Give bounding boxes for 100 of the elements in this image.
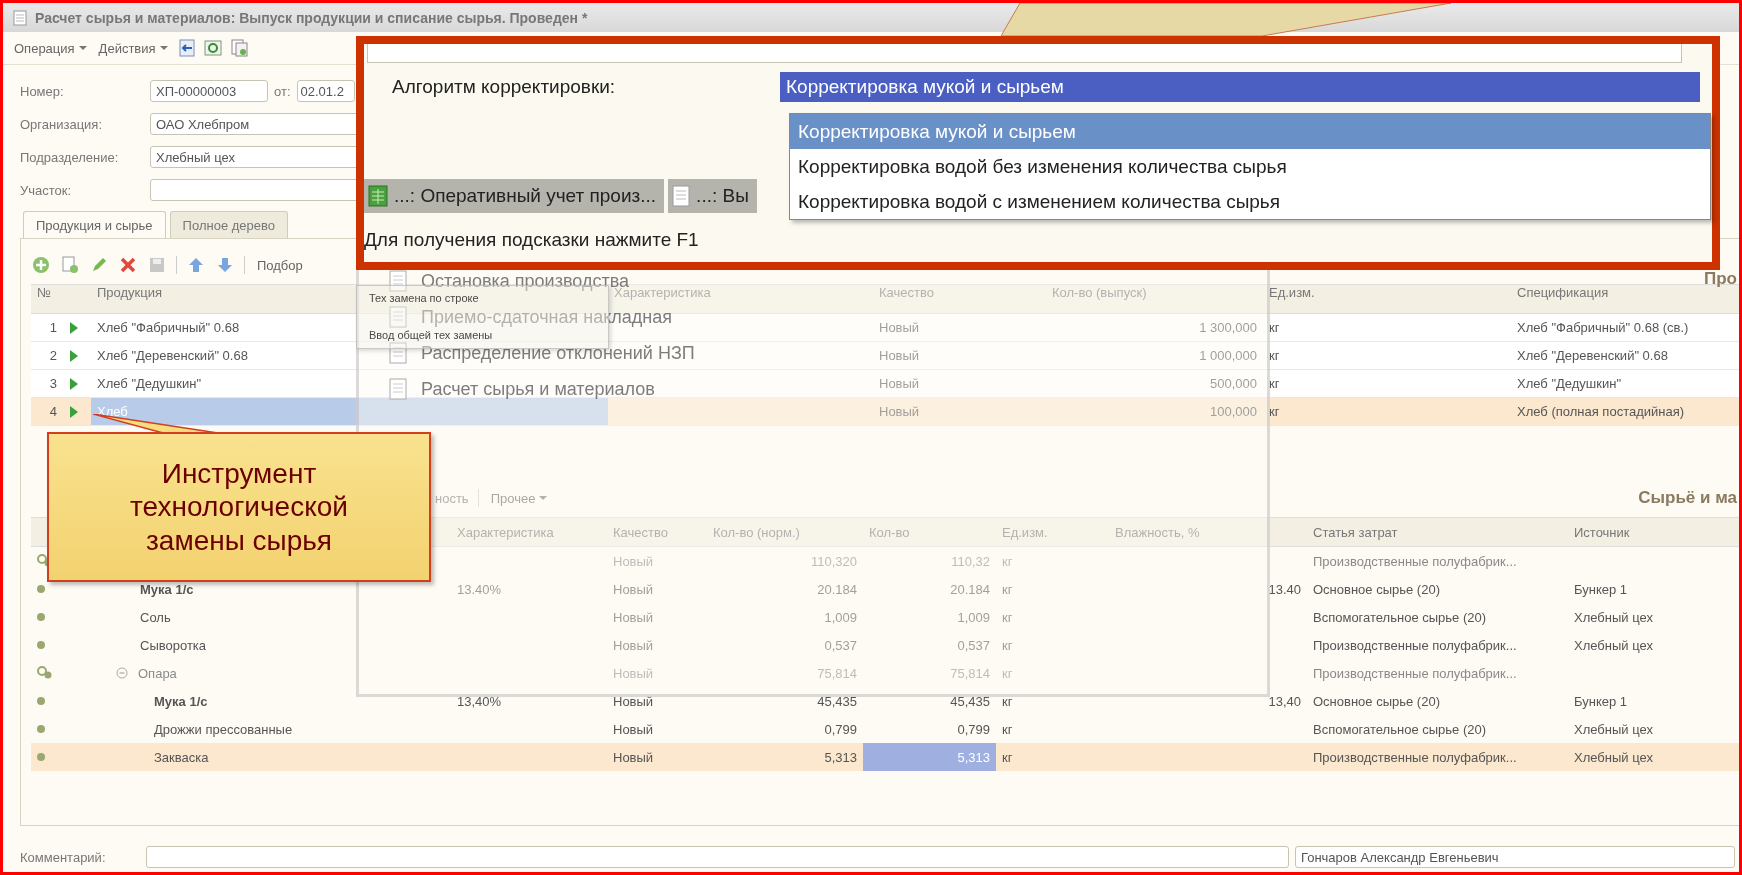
tab[interactable]: Полное дерево bbox=[169, 211, 288, 238]
table-cell: 13.40 bbox=[1268, 581, 1301, 597]
column-header[interactable]: Источник bbox=[1574, 524, 1630, 540]
table-cell: Хлеб "Фабричный" 0.68 (св.) bbox=[1517, 320, 1689, 335]
row-number: 2 bbox=[49, 348, 57, 363]
dot-icon bbox=[37, 697, 45, 705]
dot-icon bbox=[37, 753, 45, 761]
table-cell: 20.184 bbox=[817, 581, 857, 597]
selection-button[interactable]: Подбор bbox=[254, 255, 306, 275]
table-cell: кг bbox=[1002, 553, 1013, 569]
table-cell: Вспомогательное сырье (20) bbox=[1313, 721, 1487, 737]
table-cell: кг bbox=[1269, 404, 1280, 419]
play-icon bbox=[69, 320, 79, 335]
table-cell: 13.40% bbox=[457, 581, 502, 597]
journal-item[interactable]: Распределение отклонений НЗП bbox=[421, 344, 695, 362]
table-cell: Новый bbox=[613, 749, 654, 765]
journal-item[interactable]: Приемо-сдаточная накладная bbox=[421, 308, 672, 326]
column-header[interactable]: Спецификация bbox=[1517, 285, 1609, 300]
column-header[interactable]: Ед.изм. bbox=[1269, 285, 1315, 300]
add-icon[interactable] bbox=[31, 255, 51, 275]
field-label: от: bbox=[274, 83, 291, 99]
table-cell[interactable]: 0,537 bbox=[957, 637, 990, 653]
number-field[interactable]: ХП-00000003 bbox=[150, 80, 268, 102]
menu-button[interactable]: Операция bbox=[11, 38, 90, 58]
row-number: 3 bbox=[49, 376, 57, 391]
table-cell: 13,40% bbox=[457, 693, 502, 709]
delete-icon[interactable] bbox=[118, 255, 138, 275]
table-cell[interactable]: 20.184 bbox=[950, 581, 990, 597]
table-cell: Новый bbox=[613, 721, 654, 737]
section-title: Про bbox=[1704, 270, 1738, 287]
table-cell[interactable]: Хлеб "Фабричный" 0.68 bbox=[97, 320, 240, 335]
table-cell: 5,313 bbox=[824, 749, 857, 765]
callout-text: замены сырья bbox=[145, 523, 332, 557]
column-header[interactable]: Статья затрат bbox=[1313, 524, 1398, 540]
table-cell: Опара bbox=[138, 665, 177, 681]
table-cell: кг bbox=[1002, 749, 1013, 765]
table-cell[interactable]: Хлеб "Деревенский" 0.68 bbox=[97, 348, 248, 363]
menu-button[interactable]: Прочее bbox=[487, 488, 551, 508]
dot-icon bbox=[37, 613, 45, 621]
menu-item[interactable]: Тех замена по строке bbox=[369, 292, 479, 304]
column-header[interactable]: Продукция bbox=[97, 285, 163, 300]
journal-item[interactable]: Расчет сырья и материалов bbox=[421, 380, 655, 398]
collapse-toggle-icon[interactable] bbox=[116, 667, 128, 679]
table-cell: кг bbox=[1002, 721, 1013, 737]
table-cell: Новый bbox=[879, 376, 920, 391]
input-field[interactable] bbox=[367, 44, 1682, 63]
table-cell: Хлебный цех bbox=[1574, 721, 1653, 737]
caret-icon bbox=[78, 46, 87, 50]
dot-icon bbox=[37, 585, 45, 593]
date-field[interactable]: 02.01.2 bbox=[296, 80, 355, 102]
dot-icon bbox=[37, 641, 45, 649]
journal-item[interactable]: Остановка производства bbox=[421, 272, 630, 290]
document-icon bbox=[13, 9, 27, 26]
table-cell: 110,320 bbox=[810, 553, 857, 569]
table-cell: Производственные полуфабрик... bbox=[1313, 665, 1517, 681]
table-cell[interactable]: 1,009 bbox=[957, 609, 990, 625]
toolbar-text[interactable]: ность bbox=[435, 490, 469, 506]
field-label: Подразделение: bbox=[20, 149, 120, 165]
table-cell[interactable]: 5,313 bbox=[957, 749, 990, 765]
algorithm-dropdown[interactable]: Корректировка мукой и сырьем bbox=[780, 72, 1700, 102]
table-cell: Основное сырье (20) bbox=[1313, 693, 1440, 709]
table-cell: Бункер 1 bbox=[1574, 693, 1628, 709]
refresh-icon[interactable] bbox=[202, 38, 223, 58]
taskbar-window-tab[interactable]: ...: Вы bbox=[668, 179, 757, 213]
caret-icon bbox=[159, 46, 168, 50]
table-cell: Вспомогательное сырье (20) bbox=[1313, 609, 1487, 625]
window-title: Расчет сырья и материалов: Выпуск продукции и списание сырья. Проведен * bbox=[35, 9, 588, 26]
dropdown-option[interactable]: Корректировка мукой и сырьем bbox=[790, 114, 1710, 149]
table-cell: Новый bbox=[613, 553, 654, 569]
dropdown-option[interactable]: Корректировка водой без изменения количества сырья bbox=[790, 149, 1710, 184]
table-cell: Соль bbox=[140, 609, 171, 625]
taskbar-window-tab[interactable]: ...: Оперативный учет произ... bbox=[364, 179, 665, 213]
table-cell: Новый bbox=[879, 404, 920, 419]
status-bar-text: Для получения подсказки нажмите F1 bbox=[364, 228, 699, 252]
table-cell: кг bbox=[1002, 665, 1013, 681]
table-cell: 500,000 bbox=[1210, 376, 1257, 391]
table-cell[interactable]: 45,435 bbox=[950, 693, 990, 709]
table-cell[interactable]: 0,799 bbox=[957, 721, 990, 737]
dropdown-option[interactable]: Корректировка водой с изменением количества сырья bbox=[790, 184, 1710, 219]
author-field[interactable]: Гончаров Александр Евгеньевич bbox=[1295, 846, 1735, 868]
menu-item[interactable]: Ввод общей тех замены bbox=[369, 329, 493, 341]
field-label: Алгоритм корректировки: bbox=[391, 76, 617, 98]
table-cell: Закваска bbox=[154, 749, 209, 765]
tab[interactable]: Продукция и сырье bbox=[23, 211, 166, 238]
table-cell: 0,799 bbox=[824, 721, 857, 737]
table-cell[interactable]: Хлеб "Дедушкин" bbox=[97, 376, 202, 391]
table-cell: Производственные полуфабрик... bbox=[1313, 553, 1517, 569]
comment-field[interactable] bbox=[146, 846, 1289, 868]
table-cell: кг bbox=[1002, 637, 1013, 653]
menu-button[interactable]: Действия bbox=[95, 38, 171, 58]
copy-icon[interactable] bbox=[228, 38, 249, 58]
copy-icon[interactable] bbox=[60, 255, 80, 275]
table-cell: Основное сырье (20) bbox=[1313, 581, 1440, 597]
table-cell: 13,40 bbox=[1268, 693, 1301, 709]
table-cell: кг bbox=[1002, 609, 1013, 625]
table-cell: кг bbox=[1269, 320, 1280, 335]
field-label: Комментарий: bbox=[20, 849, 107, 865]
table-cell: Дрожжи прессованные bbox=[154, 721, 293, 737]
column-header[interactable]: № bbox=[37, 285, 51, 300]
table-cell: Хлебный цех bbox=[1574, 609, 1653, 625]
